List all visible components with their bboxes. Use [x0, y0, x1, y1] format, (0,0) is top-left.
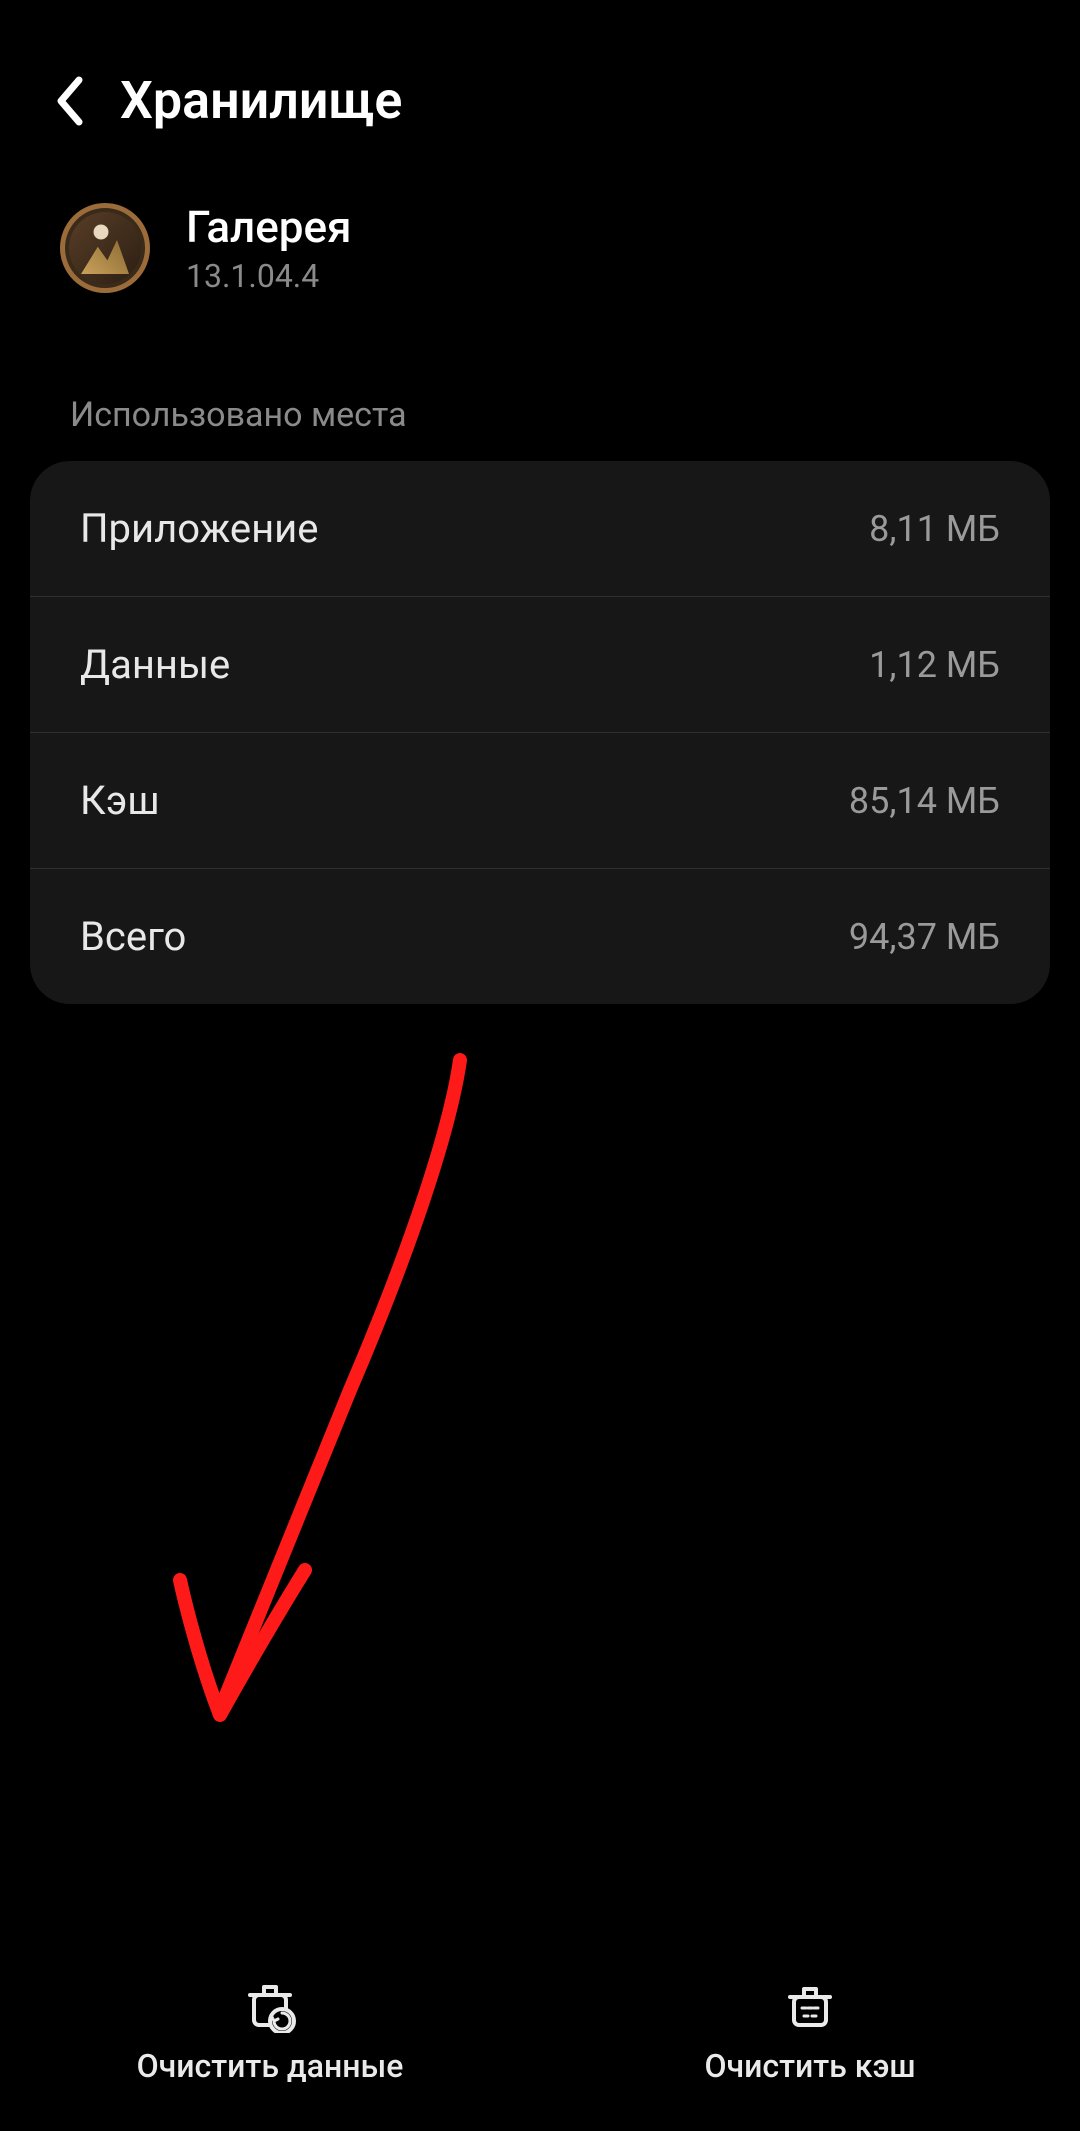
gallery-app-icon — [60, 203, 150, 293]
back-button[interactable] — [40, 71, 100, 131]
arrow-head — [180, 1570, 305, 1715]
clear-data-label: Очистить данные — [137, 2047, 404, 2085]
arrow-shaft — [220, 1060, 460, 1710]
row-label: Всего — [80, 913, 186, 960]
back-icon — [53, 76, 87, 126]
row-label: Кэш — [80, 777, 160, 824]
row-total: Всего 94,37 МБ — [30, 868, 1050, 1004]
row-value: 1,12 МБ — [869, 644, 1000, 686]
app-meta: Галерея 13.1.04.4 — [186, 201, 352, 295]
storage-card: Приложение 8,11 МБ Данные 1,12 МБ Кэш 85… — [30, 461, 1050, 1004]
row-label: Приложение — [80, 505, 318, 552]
clear-cache-button[interactable]: Очистить кэш — [540, 1931, 1080, 2131]
row-application: Приложение 8,11 МБ — [30, 461, 1050, 596]
page-title: Хранилище — [120, 70, 402, 131]
app-version: 13.1.04.4 — [186, 257, 352, 295]
space-used-label: Использовано места — [0, 335, 1080, 461]
row-data: Данные 1,12 МБ — [30, 596, 1050, 732]
clear-cache-icon — [782, 1977, 838, 2033]
row-value: 8,11 МБ — [869, 508, 1000, 550]
app-name: Галерея — [186, 201, 352, 253]
bottom-bar: Очистить данные Очистить кэш — [0, 1931, 1080, 2131]
header: Хранилище — [0, 0, 1080, 171]
row-value: 85,14 МБ — [849, 780, 1000, 822]
row-label: Данные — [80, 641, 230, 688]
clear-cache-label: Очистить кэш — [704, 2047, 915, 2085]
app-info-row: Галерея 13.1.04.4 — [0, 171, 1080, 335]
clear-data-icon — [242, 1977, 298, 2033]
row-cache: Кэш 85,14 МБ — [30, 732, 1050, 868]
clear-data-button[interactable]: Очистить данные — [0, 1931, 540, 2131]
row-value: 94,37 МБ — [849, 916, 1000, 958]
arrow-annotation — [150, 1050, 550, 1750]
